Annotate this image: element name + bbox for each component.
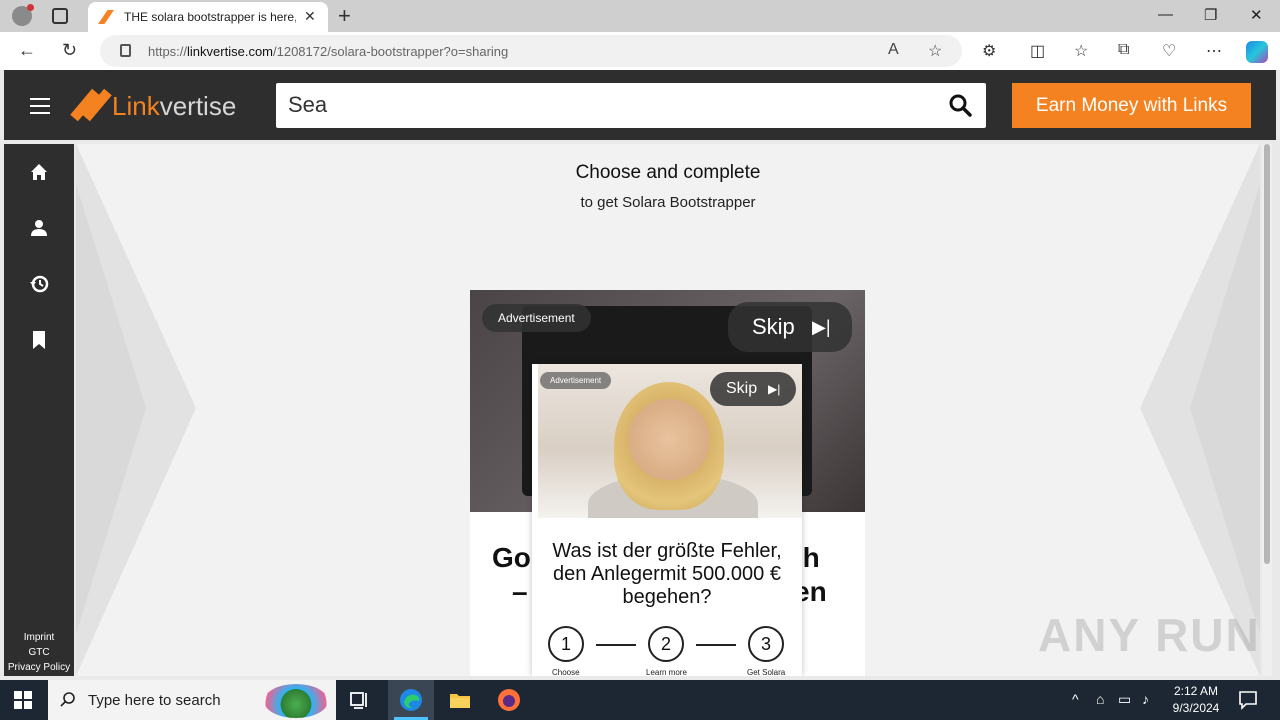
main-content: Choose and complete to get Solara Bootst…: [76, 144, 1260, 676]
windows-start-icon[interactable]: [14, 691, 32, 709]
url-text[interactable]: https://linkvertise.com/1208172/solara-b…: [148, 44, 508, 59]
taskbar-clock[interactable]: 2:12 AM 9/3/2024: [1164, 683, 1228, 717]
logo-mark-icon: [70, 88, 112, 122]
hamburger-menu-icon[interactable]: [30, 98, 50, 119]
back-arrow-icon[interactable]: ←: [18, 40, 36, 61]
inner-advertisement-label: Advertisement: [540, 372, 612, 389]
volume-icon[interactable]: ♪: [1142, 691, 1149, 707]
search-icon[interactable]: [948, 93, 972, 117]
right-decoration: [1140, 144, 1260, 676]
anyrun-watermark: ANY RUN: [1038, 609, 1261, 661]
clock-time: 2:12 AM: [1173, 684, 1219, 698]
skip-next-icon: ▶|: [812, 317, 831, 337]
site-header: Linkvertise Earn Money with Links: [4, 70, 1276, 140]
step-2-label: Learn more: [646, 668, 687, 676]
user-icon[interactable]: [28, 217, 50, 239]
inner-ad-popup[interactable]: Advertisement Skip ▶| Was ist der größte…: [532, 364, 802, 676]
inner-ad-question: Was ist der größte Fehler, den Anlegermi…: [552, 540, 782, 608]
browser-toolbar: ← ↻ https://linkvertise.com/1208172/sola…: [0, 32, 1280, 70]
linkvertise-favicon-icon: [98, 10, 114, 24]
clock-date: 9/3/2024: [1172, 701, 1220, 715]
outer-skip-button[interactable]: Skip ▶|: [728, 302, 852, 352]
tray-chevron-icon[interactable]: ^: [1072, 691, 1079, 707]
left-sidebar: Imprint GTC Privacy Policy: [4, 144, 74, 676]
notifications-icon[interactable]: [1236, 688, 1260, 712]
collections-icon[interactable]: ⧉: [1118, 41, 1129, 59]
split-screen-icon[interactable]: ◫: [1030, 41, 1045, 61]
tab-close-icon[interactable]: ✕: [304, 8, 316, 25]
network-icon[interactable]: ▭: [1118, 691, 1131, 708]
gtc-link[interactable]: GTC: [4, 645, 74, 660]
step-3-circle: 3: [748, 626, 784, 662]
file-explorer-icon[interactable]: [448, 688, 472, 712]
inner-skip-button[interactable]: Skip ▶|: [710, 372, 796, 406]
taskbar-search-placeholder: Type here to search: [88, 692, 221, 709]
page-headline: Choose and complete: [575, 162, 761, 183]
logo-text: Linkvertise: [112, 91, 236, 122]
inner-skip-label: Skip: [726, 380, 758, 397]
url-prefix: https://: [148, 44, 188, 59]
notification-dot: [27, 4, 34, 11]
browser-tab-bar: THE solara bootstrapper is here, L ✕ + —…: [0, 0, 1280, 32]
edge-taskbar-icon[interactable]: [399, 688, 423, 712]
taskbar-search-icon: [60, 692, 75, 707]
scrollbar-thumb[interactable]: [1264, 144, 1270, 564]
privacy-policy-link[interactable]: Privacy Policy: [4, 660, 74, 675]
url-path: /1208172/solara-bootstrapper?o=sharing: [273, 44, 509, 59]
left-decoration: [76, 144, 196, 676]
history-icon[interactable]: [28, 273, 50, 295]
step-3-label: Get Solara: [747, 668, 786, 676]
imprint-link[interactable]: Imprint: [4, 630, 74, 645]
restore-icon[interactable]: ❐: [1204, 6, 1217, 24]
refresh-icon[interactable]: ↻: [62, 40, 77, 61]
step-1-label: Choose: [552, 668, 580, 676]
lock-icon[interactable]: [120, 44, 131, 57]
tab-title: THE solara bootstrapper is here, L: [124, 10, 296, 24]
copilot-icon[interactable]: [1246, 41, 1268, 63]
home-icon[interactable]: [28, 161, 50, 183]
step-connector: [596, 644, 636, 646]
inner-skip-next-icon: ▶|: [768, 382, 781, 396]
tab-actions-icon[interactable]: [52, 8, 68, 24]
outer-ad-title-dash: –: [512, 576, 528, 607]
address-bar[interactable]: https://linkvertise.com/1208172/solara-b…: [100, 35, 962, 67]
new-tab-icon[interactable]: +: [338, 3, 351, 29]
step-1-circle: 1: [548, 626, 584, 662]
outer-skip-label: Skip: [752, 314, 795, 339]
browser-tab-active[interactable]: THE solara bootstrapper is here, L ✕: [88, 2, 328, 32]
read-aloud-icon[interactable]: A: [888, 41, 899, 59]
bookmark-icon[interactable]: [28, 329, 50, 351]
site-search-box[interactable]: [276, 83, 986, 128]
outer-advertisement-label: Advertisement: [482, 304, 591, 332]
firefox-icon[interactable]: [497, 688, 521, 712]
sidebar-footer: Imprint GTC Privacy Policy: [4, 630, 74, 675]
favorites-icon[interactable]: ☆: [1074, 41, 1088, 61]
search-input[interactable]: [288, 89, 928, 121]
logo-text-link: Link: [112, 91, 160, 121]
step-connector: [696, 644, 736, 646]
more-menu-icon[interactable]: ⋯: [1206, 41, 1222, 61]
window-close-icon[interactable]: ✕: [1250, 6, 1263, 24]
url-domain: linkvertise.com: [187, 44, 273, 59]
windows-taskbar: Type here to search ^ ⌂ ▭ ♪ 2:12 AM 9/3/…: [0, 680, 1280, 720]
favorite-star-icon[interactable]: ☆: [928, 41, 942, 61]
search-highlight-icon: [264, 684, 328, 718]
logo-text-vertise: vertise: [159, 91, 237, 121]
step-2-circle: 2: [648, 626, 684, 662]
page-scrollbar[interactable]: [1262, 144, 1272, 676]
extensions-icon[interactable]: ⚙: [982, 41, 996, 61]
page-subline: to get Solara Bootstrapper: [580, 194, 756, 211]
taskbar-search[interactable]: Type here to search: [48, 680, 336, 720]
browser-essentials-icon[interactable]: ♡: [1162, 41, 1176, 61]
minimize-icon[interactable]: —: [1158, 6, 1173, 23]
tray-app-icon[interactable]: ⌂: [1096, 691, 1104, 707]
task-view-icon[interactable]: [348, 688, 372, 712]
earn-money-button[interactable]: Earn Money with Links: [1012, 83, 1251, 128]
